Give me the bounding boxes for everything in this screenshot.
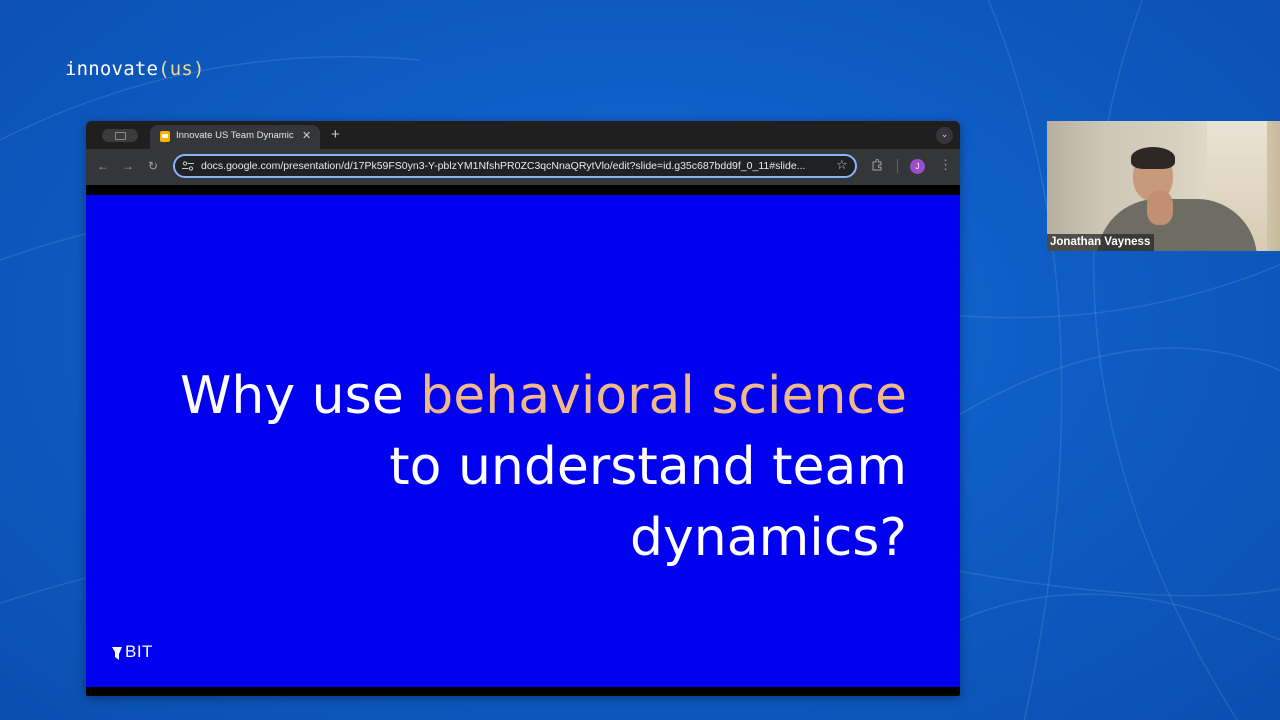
participant-hand: [1147, 191, 1173, 225]
tab-search-button[interactable]: [102, 129, 138, 142]
extensions-puzzle-icon[interactable]: [871, 159, 883, 171]
new-tab-button[interactable]: +: [331, 126, 340, 143]
heading-line2: to understand team: [389, 437, 907, 497]
address-bar[interactable]: docs.google.com/presentation/d/17Pk59FS0…: [173, 154, 857, 178]
profile-avatar[interactable]: J: [910, 159, 925, 174]
slides-favicon-icon: [160, 131, 170, 142]
brand-close-paren: ): [193, 58, 205, 80]
bookmark-star-icon[interactable]: ☆: [836, 158, 848, 173]
bit-logo-icon: [112, 647, 122, 660]
address-url[interactable]: docs.google.com/presentation/d/17Pk59FS0…: [201, 160, 831, 172]
browser-toolbar: ← → ↻ docs.google.com/presentation/d/17P…: [86, 149, 960, 185]
heading-line3: dynamics?: [630, 508, 907, 568]
participant-video-tile: Jonathan Vayness: [1047, 121, 1280, 251]
slide-heading: Why use behavioral science to understand…: [147, 361, 907, 574]
window-icon: [115, 132, 126, 140]
brand-name: innovate: [65, 58, 159, 80]
tab-presentation[interactable]: Innovate US Team Dynamics ✕: [150, 125, 320, 149]
toolbar-divider: [897, 159, 898, 173]
bit-logo-text: BIT: [125, 642, 153, 661]
innovate-us-logo: innovate(us): [65, 58, 205, 80]
browser-menu-button[interactable]: ⋮: [939, 157, 952, 173]
presentation-slide: Why use behavioral science to understand…: [86, 195, 960, 687]
back-button[interactable]: ←: [97, 159, 109, 173]
forward-button[interactable]: →: [122, 159, 134, 173]
tab-strip: Innovate US Team Dynamics ✕ + ⌄: [86, 121, 960, 149]
browser-window: Innovate US Team Dynamics ✕ + ⌄ ← → ↻ do…: [86, 121, 960, 696]
tab-close-button[interactable]: ✕: [302, 129, 311, 142]
bit-logo: BIT: [111, 642, 171, 664]
tab-title: Innovate US Team Dynamics: [176, 130, 294, 141]
tab-list-menu-button[interactable]: ⌄: [936, 127, 953, 144]
presentation-viewport: Why use behavioral science to understand…: [86, 185, 960, 696]
reload-button[interactable]: ↻: [148, 159, 158, 173]
site-settings-icon[interactable]: [182, 161, 194, 171]
brand-arg: us: [169, 58, 194, 80]
heading-line1-plain: Why use: [180, 366, 421, 426]
participant-name-label: Jonathan Vayness: [1047, 234, 1155, 251]
brand-open-paren: (: [158, 58, 170, 80]
heading-accent: behavioral science: [420, 366, 907, 426]
participant-hair: [1131, 147, 1175, 169]
